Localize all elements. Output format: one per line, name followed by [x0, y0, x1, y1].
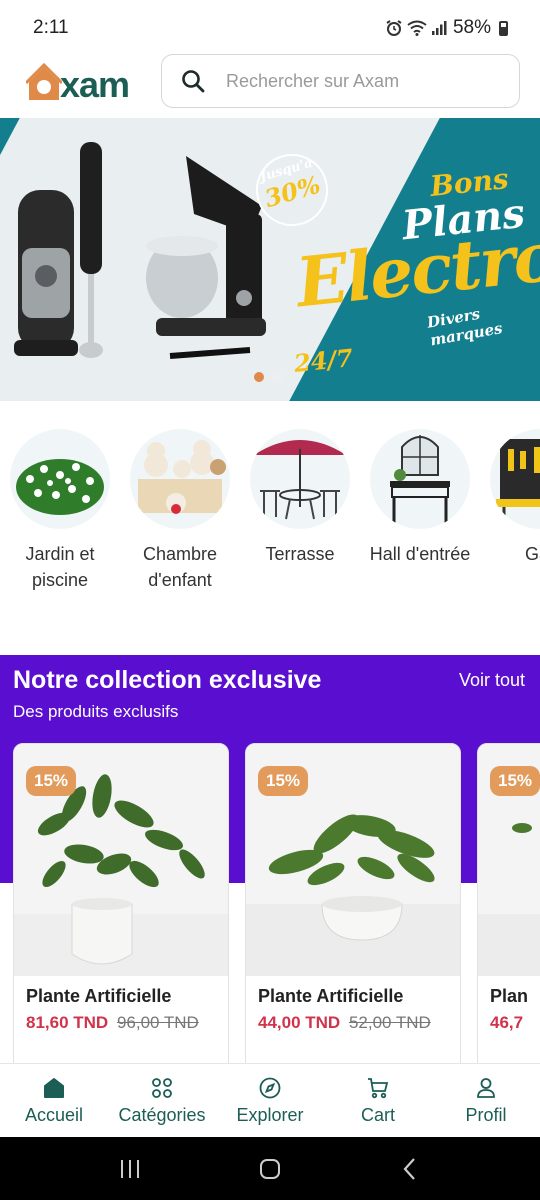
search-placeholder: Rechercher sur Axam [226, 70, 400, 91]
discount-badge: 15% [490, 766, 540, 796]
home-icon [43, 1076, 65, 1100]
category-label-line1: Chambre [142, 544, 218, 564]
system-navigation [0, 1137, 540, 1200]
grid-icon [151, 1076, 173, 1100]
nav-label: Explorer [236, 1105, 304, 1125]
product-price-row: 44,00 TND 52,00 TND [258, 1013, 431, 1033]
garden-icon [10, 429, 110, 529]
product-image: 15% [478, 744, 540, 976]
see-all-link[interactable]: Voir tout [459, 670, 525, 691]
category-chambre-enfant[interactable]: Chambre d'enfant [120, 429, 240, 593]
logo-house-icon [26, 62, 62, 100]
product-card[interactable]: 15% Plan 46,7 [477, 743, 540, 1063]
product-card[interactable]: 15% Plante Artificielle 44,00 TND 52,00 … [245, 743, 461, 1063]
nav-label: Accueil [24, 1105, 84, 1125]
bottom-navigation: Accueil Catégories Explorer Cart Profil [0, 1063, 540, 1137]
category-label-line2: d'enfant [148, 570, 212, 590]
category-label: Jardin et piscine [0, 541, 120, 593]
back-button[interactable] [395, 1154, 425, 1184]
category-label: Hall d'entrée [360, 541, 480, 567]
nav-explorer[interactable]: Explorer [216, 1064, 324, 1137]
product-name: Plante Artificielle [26, 986, 172, 1006]
recent-apps-icon [121, 1159, 139, 1178]
category-jardin-piscine[interactable]: Jardin et piscine [0, 429, 120, 593]
banner-247: 24/7 [292, 343, 355, 378]
axam-logo[interactable]: xam [26, 60, 156, 106]
section-subtitle: Des produits exclusifs [13, 702, 179, 721]
category-label-line2: piscine [31, 570, 89, 590]
promo-banner[interactable]: Jusqu'à 30% Bons Plans Electro Divers ma… [0, 118, 540, 401]
category-hall-entree[interactable]: Hall d'entrée [360, 429, 480, 567]
category-label-line1: Hall d'entrée [369, 544, 471, 564]
nav-profil[interactable]: Profil [432, 1064, 540, 1137]
recent-apps-button[interactable] [115, 1154, 145, 1184]
categories-row: Jardin et piscine Chambre d'enfant Terra… [0, 401, 540, 655]
nav-label: Catégories [118, 1105, 206, 1125]
discount-badge: 15% [26, 766, 77, 796]
category-label-line1: Terrasse [265, 544, 335, 564]
discount-badge: 15% [258, 766, 309, 796]
nav-accueil[interactable]: Accueil [0, 1064, 108, 1137]
app-header: xam Rechercher sur Axam [0, 54, 540, 118]
status-icons [385, 19, 447, 37]
tools-icon [490, 429, 540, 529]
category-label: Gar [480, 541, 540, 567]
back-chevron-icon [403, 1157, 415, 1180]
product-price-row: 46,7 [490, 1013, 523, 1033]
product-old-price: 52,00 TND [348, 1013, 431, 1032]
product-price: 44,00 TND [258, 1013, 341, 1032]
nav-label: Cart [360, 1105, 395, 1125]
product-name: Plan [490, 986, 529, 1006]
category-garage[interactable]: Gar [480, 429, 540, 567]
product-name: Plante Artificielle [258, 986, 404, 1006]
cart-icon [367, 1076, 389, 1100]
product-card[interactable]: 15% Plante Artificielle 81,60 TND 96,00 … [13, 743, 229, 1063]
signal-icon [431, 21, 447, 35]
logo-text: xam [60, 64, 130, 105]
product-price: 46,7 [490, 1013, 524, 1032]
battery-icon [499, 20, 508, 36]
nav-categories[interactable]: Catégories [108, 1064, 216, 1137]
search-input[interactable]: Rechercher sur Axam [161, 54, 520, 108]
banner-pagination [254, 372, 282, 382]
console-icon [370, 429, 470, 529]
status-right: 58% [385, 17, 508, 39]
compass-icon [259, 1076, 281, 1100]
category-label: Terrasse [240, 541, 360, 567]
teddy-icon [130, 429, 230, 529]
home-circle-icon [260, 1158, 280, 1179]
product-image: 15% [14, 744, 228, 976]
category-label: Chambre d'enfant [120, 541, 240, 593]
category-terrasse[interactable]: Terrasse [240, 429, 360, 567]
product-carousel: 15% Plante Artificielle 81,60 TND 96,00 … [0, 743, 540, 1063]
section-title: Notre collection exclusive [13, 666, 322, 694]
nav-label: Profil [465, 1105, 507, 1125]
product-price-row: 81,60 TND 96,00 TND [26, 1013, 199, 1033]
product-old-price: 96,00 TND [116, 1013, 199, 1032]
umbrella-icon [250, 429, 350, 529]
status-time: 2:11 [33, 17, 69, 38]
search-icon [182, 70, 205, 93]
banner-dot-1[interactable] [254, 372, 264, 382]
user-icon [475, 1076, 497, 1100]
nav-cart[interactable]: Cart [324, 1064, 432, 1137]
product-image: 15% [246, 744, 460, 976]
banner-dot-2[interactable] [272, 372, 282, 382]
alarm-icon [386, 20, 402, 36]
battery-percent: 58% [452, 17, 491, 38]
product-price: 81,60 TND [26, 1013, 109, 1032]
home-button[interactable] [255, 1154, 285, 1184]
category-label-line1: Gar [524, 544, 540, 564]
category-label-line1: Jardin et [25, 544, 95, 564]
status-bar: 2:11 58% [0, 0, 540, 56]
wifi-icon [407, 20, 427, 36]
